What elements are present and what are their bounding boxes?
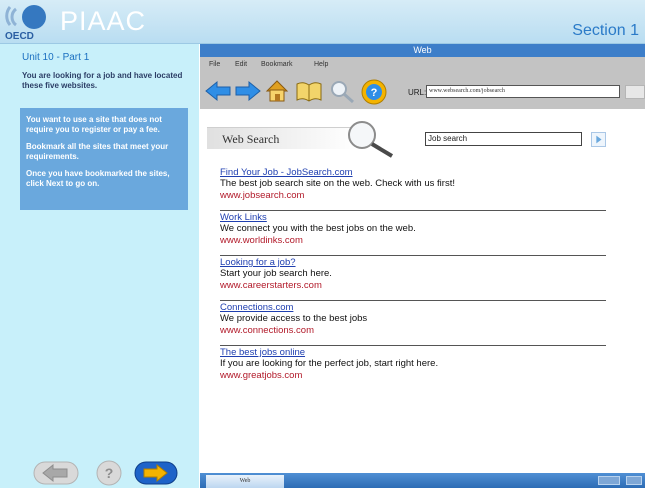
- search-result: Work Links We connect you with the best …: [220, 211, 606, 256]
- tile-vertical-icon[interactable]: [626, 476, 642, 485]
- go-button[interactable]: [625, 85, 645, 99]
- browser-window: Web File Edit Bookmark Help ? URL: www.w…: [200, 44, 645, 488]
- result-url: www.greatjobs.com: [220, 370, 303, 381]
- tile-horizontal-icon[interactable]: [598, 476, 620, 485]
- result-description: The best job search site on the web. Che…: [220, 178, 455, 189]
- app-title: PIAAC: [60, 6, 147, 36]
- next-button[interactable]: [134, 459, 178, 487]
- result-link[interactable]: Find Your Job - JobSearch.com: [220, 167, 606, 178]
- menu-bar: File Edit Bookmark Help: [200, 57, 645, 75]
- intro-text: You are looking for a job and have locat…: [22, 71, 183, 91]
- task-text: You want to use a site that does not req…: [26, 115, 162, 134]
- result-description: If you are looking for the perfect job, …: [220, 358, 439, 369]
- search-result: Looking for a job? Start your job search…: [220, 256, 606, 301]
- back-button[interactable]: [33, 459, 79, 487]
- result-link[interactable]: Looking for a job?: [220, 257, 606, 268]
- browser-tab[interactable]: Web: [206, 475, 284, 488]
- help-icon: ?: [105, 465, 114, 481]
- result-link[interactable]: The best jobs online: [220, 347, 606, 358]
- forward-arrow-icon[interactable]: [234, 78, 262, 104]
- search-result: Connections.com We provide access to the…: [220, 301, 606, 346]
- browser-title: Web: [200, 44, 645, 57]
- result-description: We connect you with the best jobs on the…: [220, 223, 416, 234]
- result-url: www.careerstarters.com: [220, 280, 322, 291]
- search-result: The best jobs online If you are looking …: [220, 346, 606, 391]
- browser-status-bar: Web: [200, 473, 645, 488]
- menu-edit[interactable]: Edit: [235, 61, 247, 68]
- task-box: You want to use a site that does not req…: [20, 108, 188, 210]
- search-heading-text: Web Search: [222, 132, 280, 146]
- result-link[interactable]: Work Links: [220, 212, 606, 223]
- section-label: Section 1: [572, 22, 639, 39]
- search-icon[interactable]: [328, 78, 356, 104]
- web-search-heading: Web Search: [207, 127, 357, 149]
- url-label: URL:: [408, 88, 427, 97]
- task-text: Once you have bookmarked the sites, clic…: [26, 169, 170, 188]
- search-input[interactable]: Job search: [425, 132, 582, 146]
- magnifier-icon: [348, 121, 394, 158]
- browser-toolbar: ? URL: www.websearch.com/jobsearch: [200, 75, 645, 109]
- task-text: Bookmark all the sites that meet your re…: [26, 142, 169, 161]
- result-url: www.jobsearch.com: [220, 190, 305, 201]
- back-arrow-icon[interactable]: [204, 78, 232, 104]
- bookmark-book-icon[interactable]: [294, 78, 324, 104]
- app-header: OECD PIAAC Section 1: [0, 0, 645, 44]
- result-description: Start your job search here.: [220, 268, 332, 279]
- menu-bookmark[interactable]: Bookmark: [261, 61, 293, 68]
- result-link[interactable]: Connections.com: [220, 302, 606, 313]
- unit-label: Unit 10 - Part 1: [22, 52, 90, 63]
- menu-help[interactable]: Help: [314, 61, 328, 68]
- oecd-logo: OECD: [5, 5, 46, 41]
- search-go-button[interactable]: [591, 132, 606, 147]
- search-results: Find Your Job - JobSearch.com The best j…: [220, 166, 606, 391]
- search-result: Find Your Job - JobSearch.com The best j…: [220, 166, 606, 211]
- instructions-panel: Unit 10 - Part 1 You are looking for a j…: [0, 44, 199, 488]
- help-button[interactable]: ?: [95, 459, 123, 487]
- help-icon[interactable]: ?: [360, 78, 388, 106]
- result-url: www.connections.com: [220, 325, 314, 336]
- svg-text:OECD: OECD: [5, 31, 34, 41]
- home-icon[interactable]: [264, 78, 290, 104]
- result-description: We provide access to the best jobs: [220, 313, 368, 324]
- menu-file[interactable]: File: [209, 61, 220, 68]
- result-url: www.worldinks.com: [220, 235, 303, 246]
- url-field[interactable]: www.websearch.com/jobsearch: [426, 85, 620, 98]
- svg-text:?: ?: [371, 87, 378, 99]
